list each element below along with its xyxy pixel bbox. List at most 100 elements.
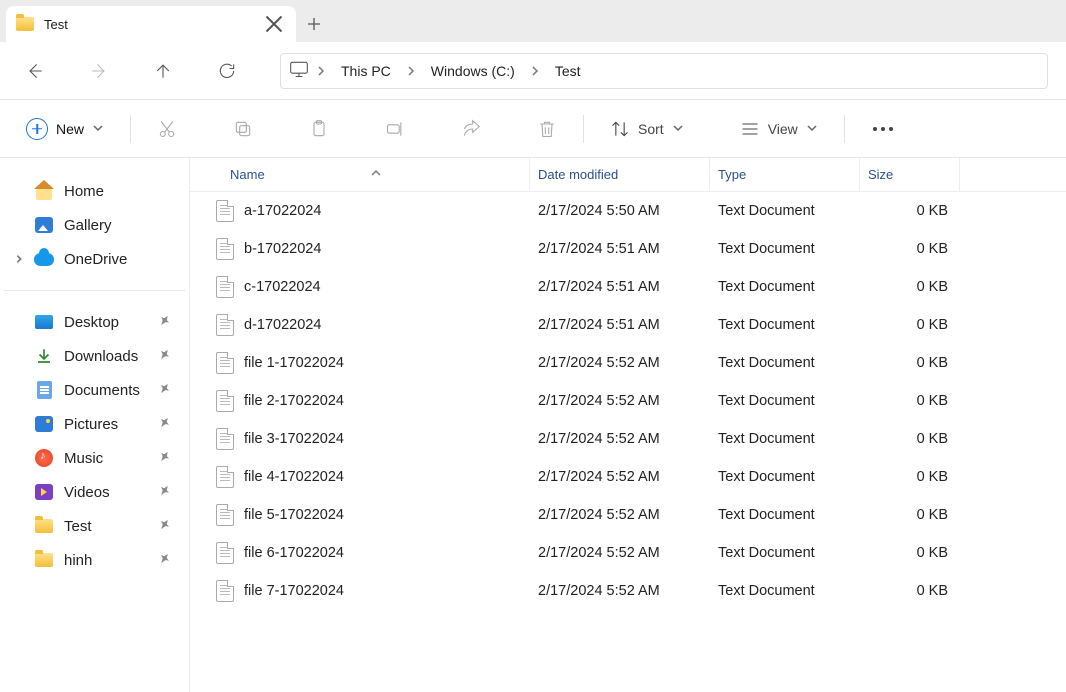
sidebar-item-label: Desktop: [64, 314, 119, 331]
cell-date: 2/17/2024 5:52 AM: [530, 545, 710, 561]
sidebar-item-gallery[interactable]: Gallery: [4, 208, 185, 242]
separator: [844, 115, 845, 143]
cell-size: 0 KB: [860, 317, 960, 333]
refresh-button[interactable]: [210, 54, 244, 88]
sidebar-item-desktop[interactable]: Desktop: [4, 305, 185, 339]
cell-date: 2/17/2024 5:51 AM: [530, 279, 710, 295]
table-row[interactable]: a-170220242/17/2024 5:50 AMText Document…: [190, 192, 1066, 230]
tab-title: Test: [44, 17, 252, 32]
text-file-icon: [216, 504, 234, 526]
table-row[interactable]: c-170220242/17/2024 5:51 AMText Document…: [190, 268, 1066, 306]
table-row[interactable]: file 6-170220242/17/2024 5:52 AMText Doc…: [190, 534, 1066, 572]
sidebar-item-hinh[interactable]: hinh: [4, 543, 185, 577]
file-name: file 2-17022024: [244, 393, 344, 409]
chevron-right-icon[interactable]: [405, 65, 417, 77]
sidebar-item-home[interactable]: Home: [4, 174, 185, 208]
plus-circle-icon: [26, 118, 48, 140]
back-button[interactable]: [18, 54, 52, 88]
sidebar-item-onedrive[interactable]: OneDrive: [4, 242, 185, 276]
cell-type: Text Document: [710, 355, 860, 371]
cloud-icon: [34, 249, 54, 269]
cell-name: file 4-17022024: [190, 466, 530, 488]
table-row[interactable]: file 3-170220242/17/2024 5:52 AMText Doc…: [190, 420, 1066, 458]
rename-button[interactable]: [377, 113, 413, 145]
cell-date: 2/17/2024 5:52 AM: [530, 507, 710, 523]
cell-name: d-17022024: [190, 314, 530, 336]
text-file-icon: [216, 314, 234, 336]
music-icon: [34, 448, 54, 468]
up-button[interactable]: [146, 54, 180, 88]
pin-icon: [158, 382, 171, 399]
new-label: New: [56, 121, 84, 137]
tab-current[interactable]: Test: [6, 6, 296, 42]
column-size[interactable]: Size: [860, 158, 960, 191]
breadcrumb-folder[interactable]: Test: [547, 59, 589, 83]
sidebar-item-label: OneDrive: [64, 251, 127, 268]
main: HomeGallery OneDrive Desktop Downloads Docu…: [0, 158, 1066, 692]
table-row[interactable]: b-170220242/17/2024 5:51 AMText Document…: [190, 230, 1066, 268]
file-name: file 1-17022024: [244, 355, 344, 371]
chevron-right-icon[interactable]: [315, 65, 327, 77]
sidebar-item-label: Downloads: [64, 348, 138, 365]
sidebar-item-label: hinh: [64, 552, 92, 569]
text-file-icon: [216, 580, 234, 602]
table-row[interactable]: file 2-170220242/17/2024 5:52 AMText Doc…: [190, 382, 1066, 420]
sidebar-item-music[interactable]: Music: [4, 441, 185, 475]
file-name: a-17022024: [244, 203, 321, 219]
cell-type: Text Document: [710, 317, 860, 333]
cell-name: file 5-17022024: [190, 504, 530, 526]
table-row[interactable]: file 4-170220242/17/2024 5:52 AMText Doc…: [190, 458, 1066, 496]
chevron-down-icon: [806, 121, 818, 137]
file-name: file 6-17022024: [244, 545, 344, 561]
view-button[interactable]: View: [732, 113, 826, 145]
more-button[interactable]: [863, 121, 903, 137]
cell-date: 2/17/2024 5:51 AM: [530, 317, 710, 333]
cell-date: 2/17/2024 5:52 AM: [530, 583, 710, 599]
cell-type: Text Document: [710, 279, 860, 295]
pin-icon: [158, 484, 171, 501]
text-file-icon: [216, 542, 234, 564]
sort-button[interactable]: Sort: [602, 113, 692, 145]
copy-button[interactable]: [225, 113, 261, 145]
breadcrumb-drive[interactable]: Windows (C:): [423, 59, 523, 83]
table-row[interactable]: file 7-170220242/17/2024 5:52 AMText Doc…: [190, 572, 1066, 610]
file-name: b-17022024: [244, 241, 321, 257]
column-date[interactable]: Date modified: [530, 158, 710, 191]
column-name[interactable]: Name: [190, 158, 530, 191]
file-list: Name Date modified Type Size a-170220242…: [190, 158, 1066, 692]
breadcrumb[interactable]: This PC Windows (C:) Test: [280, 53, 1048, 89]
sort-label: Sort: [638, 121, 664, 137]
sidebar-item-documents[interactable]: Documents: [4, 373, 185, 407]
file-name: file 5-17022024: [244, 507, 344, 523]
share-button[interactable]: [453, 113, 489, 145]
cut-button[interactable]: [149, 113, 185, 145]
titlebar: Test: [0, 0, 1066, 42]
folder-icon: [34, 516, 54, 536]
chevron-down-icon: [92, 121, 104, 137]
column-type[interactable]: Type: [710, 158, 860, 191]
new-tab-button[interactable]: [296, 6, 332, 42]
chevron-right-icon[interactable]: [529, 65, 541, 77]
cell-type: Text Document: [710, 431, 860, 447]
table-row[interactable]: file 1-170220242/17/2024 5:52 AMText Doc…: [190, 344, 1066, 382]
delete-button[interactable]: [529, 113, 565, 145]
cell-name: file 7-17022024: [190, 580, 530, 602]
cell-size: 0 KB: [860, 469, 960, 485]
cell-date: 2/17/2024 5:52 AM: [530, 469, 710, 485]
table-row[interactable]: file 5-17022024 2/17/2024 5:52 AMText Doc…: [190, 496, 1066, 534]
pic-icon: [34, 414, 54, 434]
sidebar-item-videos[interactable]: Videos: [4, 475, 185, 509]
table-row[interactable]: d-170220242/17/2024 5:51 AMText Document…: [190, 306, 1066, 344]
new-button[interactable]: New: [18, 112, 112, 146]
sidebar-item-downloads[interactable]: Downloads: [4, 339, 185, 373]
close-tab-button[interactable]: [262, 12, 286, 36]
pin-icon: [158, 416, 171, 433]
forward-button[interactable]: [82, 54, 116, 88]
sidebar-item-label: Videos: [64, 484, 110, 501]
cell-date: 2/17/2024 5:52 AM: [530, 393, 710, 409]
breadcrumb-this-pc[interactable]: This PC: [333, 59, 399, 83]
sidebar-item-test[interactable]: Test: [4, 509, 185, 543]
cell-type: Text Document: [710, 507, 860, 523]
sidebar-item-pictures[interactable]: Pictures: [4, 407, 185, 441]
paste-button[interactable]: [301, 113, 337, 145]
